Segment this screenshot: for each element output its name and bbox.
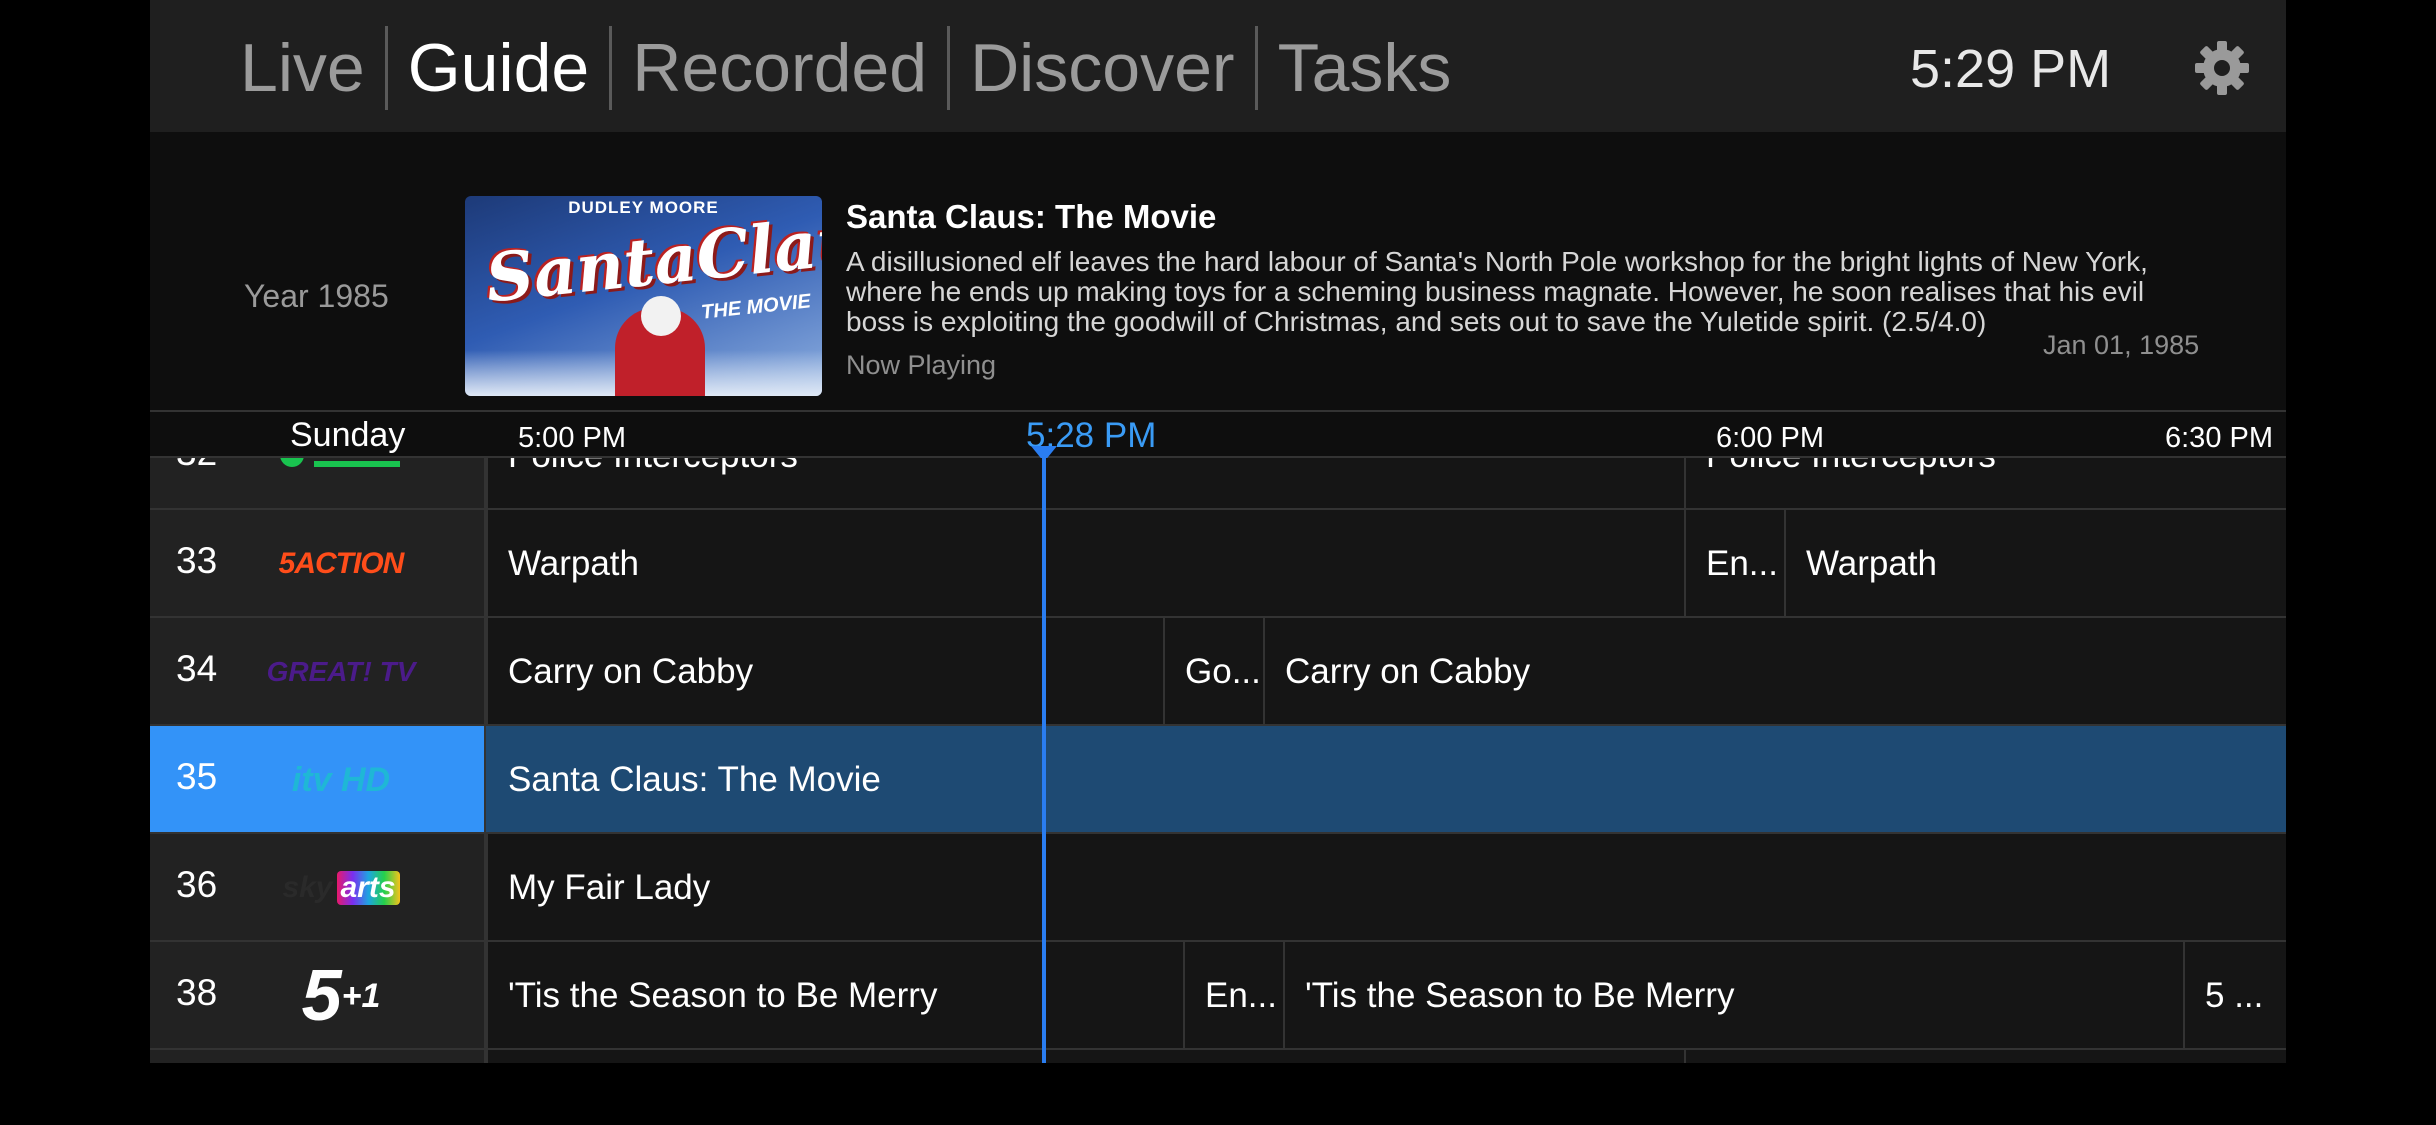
program-status: Now Playing (846, 350, 997, 380)
channel-logo (266, 458, 416, 486)
logo-arts-text: arts (336, 871, 400, 905)
program-title: 'Tis the Season to Be Merry (1305, 976, 1735, 1015)
program-title: My Fair Lady (508, 868, 711, 907)
program-title: Santa Claus: The Movie (508, 760, 881, 799)
program-cell[interactable]: Santa Claus: The Movie (486, 726, 2286, 832)
program-title: En... (1205, 976, 1277, 1015)
program-cell[interactable]: Police Interceptors (1684, 458, 2286, 508)
logo-5-text: 5 (301, 956, 342, 1036)
channel-row-33: 33 5ACTION Warpath En... Warpath (150, 510, 2286, 618)
gear-icon[interactable] (2192, 38, 2252, 98)
program-title: Carry on Cabby (1285, 652, 1531, 691)
now-time-line (1042, 458, 1046, 1063)
channel-number: 34 (176, 648, 218, 689)
timeline-time-630: 6:30 PM (2165, 422, 2273, 454)
channel-cell[interactable]: 34 GREAT! TV (150, 618, 486, 724)
program-title: Carry on Cabby (508, 652, 754, 691)
program-title: Go... (1185, 652, 1261, 691)
tab-tasks[interactable]: Tasks (1258, 26, 1472, 110)
program-cell[interactable]: 'Tis the Season to Be Merry (486, 942, 1183, 1048)
timeline-day: Sunday (290, 416, 406, 454)
channel-logo: itv HD (291, 760, 391, 799)
program-cell[interactable]: Warpath (486, 510, 1684, 616)
channel-number: 38 (176, 972, 218, 1013)
nav-tabs: Live Guide Recorded Discover Tasks (220, 26, 1471, 110)
program-cell[interactable]: Go... (1163, 618, 1263, 724)
logo-sky-text: sky (282, 871, 333, 904)
program-title: Santa Claus: The Movie (846, 198, 1217, 235)
channel-row-32: 32 Police Interceptors Police Intercepto… (150, 458, 2286, 510)
channel-number: 35 (176, 756, 218, 797)
program-air-date: Jan 01, 1985 (2043, 330, 2200, 360)
tab-guide[interactable]: Guide (388, 26, 609, 110)
channel-row-next (150, 1050, 2286, 1063)
program-cell[interactable] (486, 1050, 1684, 1063)
channel-cell[interactable]: 35 itv HD (150, 726, 486, 832)
tab-discover[interactable]: Discover (950, 26, 1255, 110)
channel-cell[interactable]: 32 (150, 458, 486, 508)
channel-cell[interactable] (150, 1050, 486, 1063)
program-title: 5 ... (2205, 976, 2264, 1015)
channel-row-36: 36 sky arts My Fair Lady (150, 834, 2286, 942)
program-title: Police Interceptors (1706, 458, 1996, 476)
logo-plus1-text: +1 (341, 976, 381, 1015)
program-title: Warpath (1806, 544, 1937, 583)
program-cell[interactable]: 'Tis the Season to Be Merry (1283, 942, 2163, 1048)
program-cell[interactable]: Carry on Cabby (1263, 618, 2286, 724)
program-cell[interactable]: Police Interceptors (486, 458, 1684, 508)
program-cell[interactable]: En... (1684, 510, 1784, 616)
guide-grid: 32 Police Interceptors Police Intercepto… (150, 458, 2286, 1063)
channel-row-38: 38 5 +1 'Tis the Season to Be Merry En...… (150, 942, 2286, 1050)
program-title: 'Tis the Season to Be Merry (508, 976, 938, 1015)
program-details-panel: Year 1985 DUDLEY MOORE SantaClaus THE MO… (150, 132, 2286, 410)
tab-recorded[interactable]: Recorded (612, 26, 947, 110)
channel-cell[interactable]: 36 sky arts (150, 834, 486, 940)
channel-number: 32 (176, 458, 217, 474)
channel-row-34: 34 GREAT! TV Carry on Cabby Go... Carry … (150, 618, 2286, 726)
channel-logo: GREAT! TV (266, 656, 416, 687)
timeline-time-500: 5:00 PM (518, 422, 626, 454)
program-cell[interactable] (1684, 1050, 2286, 1063)
tab-live[interactable]: Live (220, 26, 385, 110)
channel-cell[interactable]: 33 5ACTION (150, 510, 486, 616)
program-title: En... (1706, 544, 1778, 583)
program-cell[interactable]: Warpath (1784, 510, 2286, 616)
top-nav-bar: Live Guide Recorded Discover Tasks 5:29 … (150, 0, 2286, 132)
channel-logo: 5 +1 (266, 956, 416, 1036)
program-title: Police Interceptors (508, 458, 798, 476)
program-description: A disillusioned elf leaves the hard labo… (846, 246, 2148, 337)
poster-santa-face (641, 296, 681, 336)
clock: 5:29 PM (1910, 39, 2112, 99)
program-cell[interactable]: Carry on Cabby (486, 618, 1163, 724)
program-poster: DUDLEY MOORE SantaClaus THE MOVIE (465, 196, 822, 396)
channel-number: 36 (176, 864, 218, 905)
channel-number: 33 (176, 540, 218, 581)
timeline-header: Sunday 5:00 PM 5:28 PM 6:00 PM 6:30 PM (150, 410, 2286, 462)
channel-logo: sky arts (266, 858, 416, 918)
tv-guide-app: Live Guide Recorded Discover Tasks 5:29 … (150, 0, 2286, 1063)
program-cell[interactable]: My Fair Lady (486, 834, 2286, 940)
timeline-time-600: 6:00 PM (1716, 422, 1824, 454)
channel-row-35: 35 itv HD Santa Claus: The Movie (150, 726, 2286, 834)
program-cell[interactable]: En... (1183, 942, 1283, 1048)
channel-logo: 5ACTION (278, 547, 405, 580)
poster-subtitle: THE MOVIE (700, 290, 812, 324)
program-title: Warpath (508, 544, 639, 583)
program-year: Year 1985 (244, 278, 389, 314)
program-cell[interactable]: 5 ... (2183, 942, 2286, 1048)
channel-cell[interactable]: 38 5 +1 (150, 942, 486, 1048)
